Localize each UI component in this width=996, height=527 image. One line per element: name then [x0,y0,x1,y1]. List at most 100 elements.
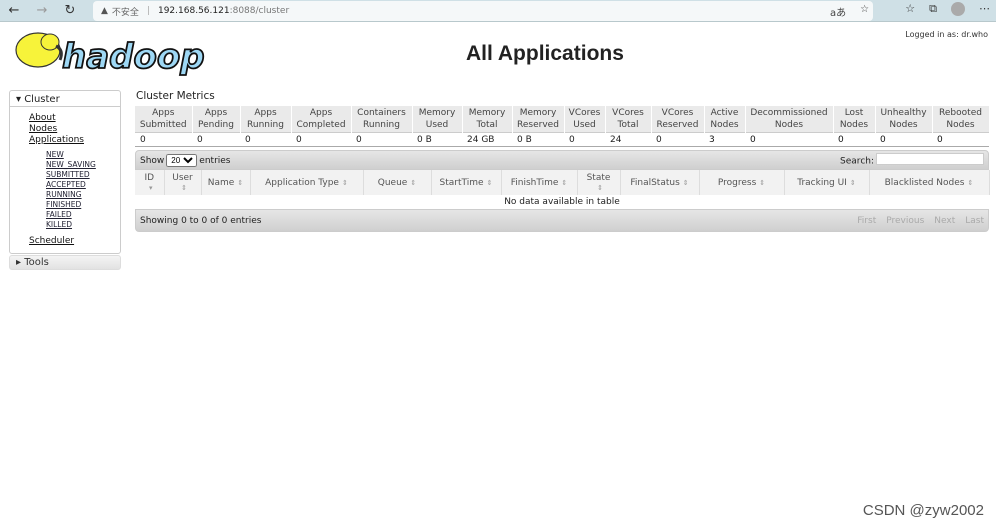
back-icon[interactable]: ← [0,3,28,18]
reload-icon[interactable]: ↻ [56,3,84,18]
hadoop-logo: hadoop [15,32,205,78]
sort-icon: ⇕ [561,178,568,187]
metric-value: 0 [351,132,412,147]
table-info: Showing 0 to 0 of 0 entries [140,215,262,226]
forward-icon[interactable]: → [28,3,56,18]
metric-header: Lost Nodes [833,106,876,133]
collections-icon[interactable]: ⧉ [929,2,937,16]
state-new[interactable]: NEW [10,150,120,160]
sort-icon: ▾ [148,183,153,192]
cluster-metrics-title: Cluster Metrics [136,90,215,102]
metric-value: 0 [651,132,704,147]
warning-icon: ▲ [101,6,108,16]
column-header[interactable]: Blacklisted Nodes ⇕ [869,170,990,195]
pager-previous-button[interactable]: Previous [886,216,924,226]
entries-label: entries [199,155,231,166]
page-size-select[interactable]: 20 [166,153,198,167]
sidebar-item-applications[interactable]: Applications [10,135,120,146]
sort-icon: ⇕ [849,178,856,187]
metric-value: 0 [564,132,605,147]
state-failed[interactable]: FAILED [10,210,120,220]
pager-next-button[interactable]: Next [934,216,955,226]
profile-avatar[interactable] [951,2,965,16]
cluster-metrics-table: Apps Submitted Apps Pending Apps Running Apps C… [135,106,990,147]
search-label: Search: [840,156,874,167]
metric-header: Unhealthy Nodes [875,106,933,133]
metric-header: Memory Reserved [512,106,565,133]
url-host: 192.168.56.121 [157,6,230,16]
more-icon[interactable]: ⋯ [979,2,990,16]
address-bar[interactable]: ▲ 不安全 | 192.168.56.121:8088/cluster [93,1,873,21]
metric-header: Memory Total [462,106,513,133]
metric-header: Containers Running [351,106,413,133]
sidebar: ▾ Cluster About Nodes Applications NEW N… [9,90,121,270]
column-header[interactable]: FinalStatus ⇕ [620,170,700,195]
metric-header: Decommissioned Nodes [745,106,834,133]
sort-icon: ⇕ [486,178,493,187]
column-header[interactable]: Application Type ⇕ [250,170,364,195]
metric-header: Rebooted Nodes [932,106,990,133]
pager-last-button[interactable]: Last [965,216,984,226]
state-accepted[interactable]: ACCEPTED [10,180,120,190]
sidebar-item-nodes[interactable]: Nodes [10,124,120,135]
state-submitted[interactable]: SUBMITTED [10,170,120,180]
metric-value: 0 [135,132,192,147]
state-new-saving[interactable]: NEW_SAVING [10,160,120,170]
state-killed[interactable]: KILLED [10,220,120,230]
page-title: All Applications [466,42,624,65]
sort-icon: ⇕ [597,183,603,192]
metric-header: Active Nodes [704,106,746,133]
metric-value[interactable]: 0 [745,132,833,147]
column-header[interactable]: Queue ⇕ [363,170,432,195]
translate-icon[interactable]: aあ [830,4,846,19]
url-path: :8088/cluster [229,6,290,16]
watermark: CSDN @zyw2002 [862,502,984,519]
insecure-label: 不安全 [111,7,139,18]
metric-value[interactable]: 3 [704,132,745,147]
metric-value: 0 [240,132,291,147]
column-header[interactable]: ID ▾ [135,170,165,195]
table-footer: Showing 0 to 0 of 0 entries First Previou… [135,209,989,232]
pagination: First Previous Next Last [847,216,984,226]
metric-value: 0 [291,132,351,147]
logged-in-user: Logged in as: dr.who [905,30,988,39]
sort-icon: ⇕ [410,178,417,187]
pager-first-button[interactable]: First [857,216,876,226]
column-header[interactable]: Name ⇕ [201,170,251,195]
state-finished[interactable]: FINISHED [10,200,120,210]
state-running[interactable]: RUNNING [10,190,120,200]
sort-icon: ⇕ [341,178,348,187]
search-input[interactable] [876,153,984,166]
sort-icon: ⇕ [759,178,766,187]
metric-header: Apps Completed [291,106,352,133]
favorites-icon[interactable]: ☆ [905,2,915,16]
metric-value: 0 [192,132,240,147]
metric-header: Apps Submitted [135,106,193,133]
metric-value[interactable]: 0 [833,132,875,147]
sidebar-item-scheduler[interactable]: Scheduler [10,236,120,247]
column-header[interactable]: State ⇕ [577,170,621,195]
cluster-label: Cluster [24,94,60,105]
column-header[interactable]: Tracking UI ⇕ [784,170,870,195]
column-header[interactable]: FinishTime ⇕ [501,170,578,195]
svg-text:hadoop: hadoop [62,37,205,77]
metric-header: VCores Reserved [651,106,705,133]
column-header[interactable]: StartTime ⇕ [431,170,502,195]
column-header[interactable]: User ⇕ [164,170,202,195]
metric-value[interactable]: 0 [932,132,989,147]
empty-table-message: No data available in table [504,197,620,207]
sidebar-item-about[interactable]: About [10,113,120,124]
metric-header: VCores Used [564,106,606,133]
favorite-add-icon[interactable]: ☆ [860,4,869,19]
sidebar-tools-header[interactable]: ▸ Tools [9,255,121,270]
sort-icon: ⇕ [682,178,689,187]
main-content: Cluster Metrics Apps Submitted Apps Pending… [135,90,990,232]
column-header[interactable]: Progress ⇕ [699,170,785,195]
metric-header: Apps Running [240,106,292,133]
sidebar-cluster-header[interactable]: ▾ Cluster [10,93,120,107]
metric-header: Memory Used [412,106,463,133]
sort-icon: ⇕ [181,183,187,192]
metric-value: 24 GB [462,132,512,147]
sort-icon: ⇕ [967,178,974,187]
metric-value[interactable]: 0 [875,132,932,147]
